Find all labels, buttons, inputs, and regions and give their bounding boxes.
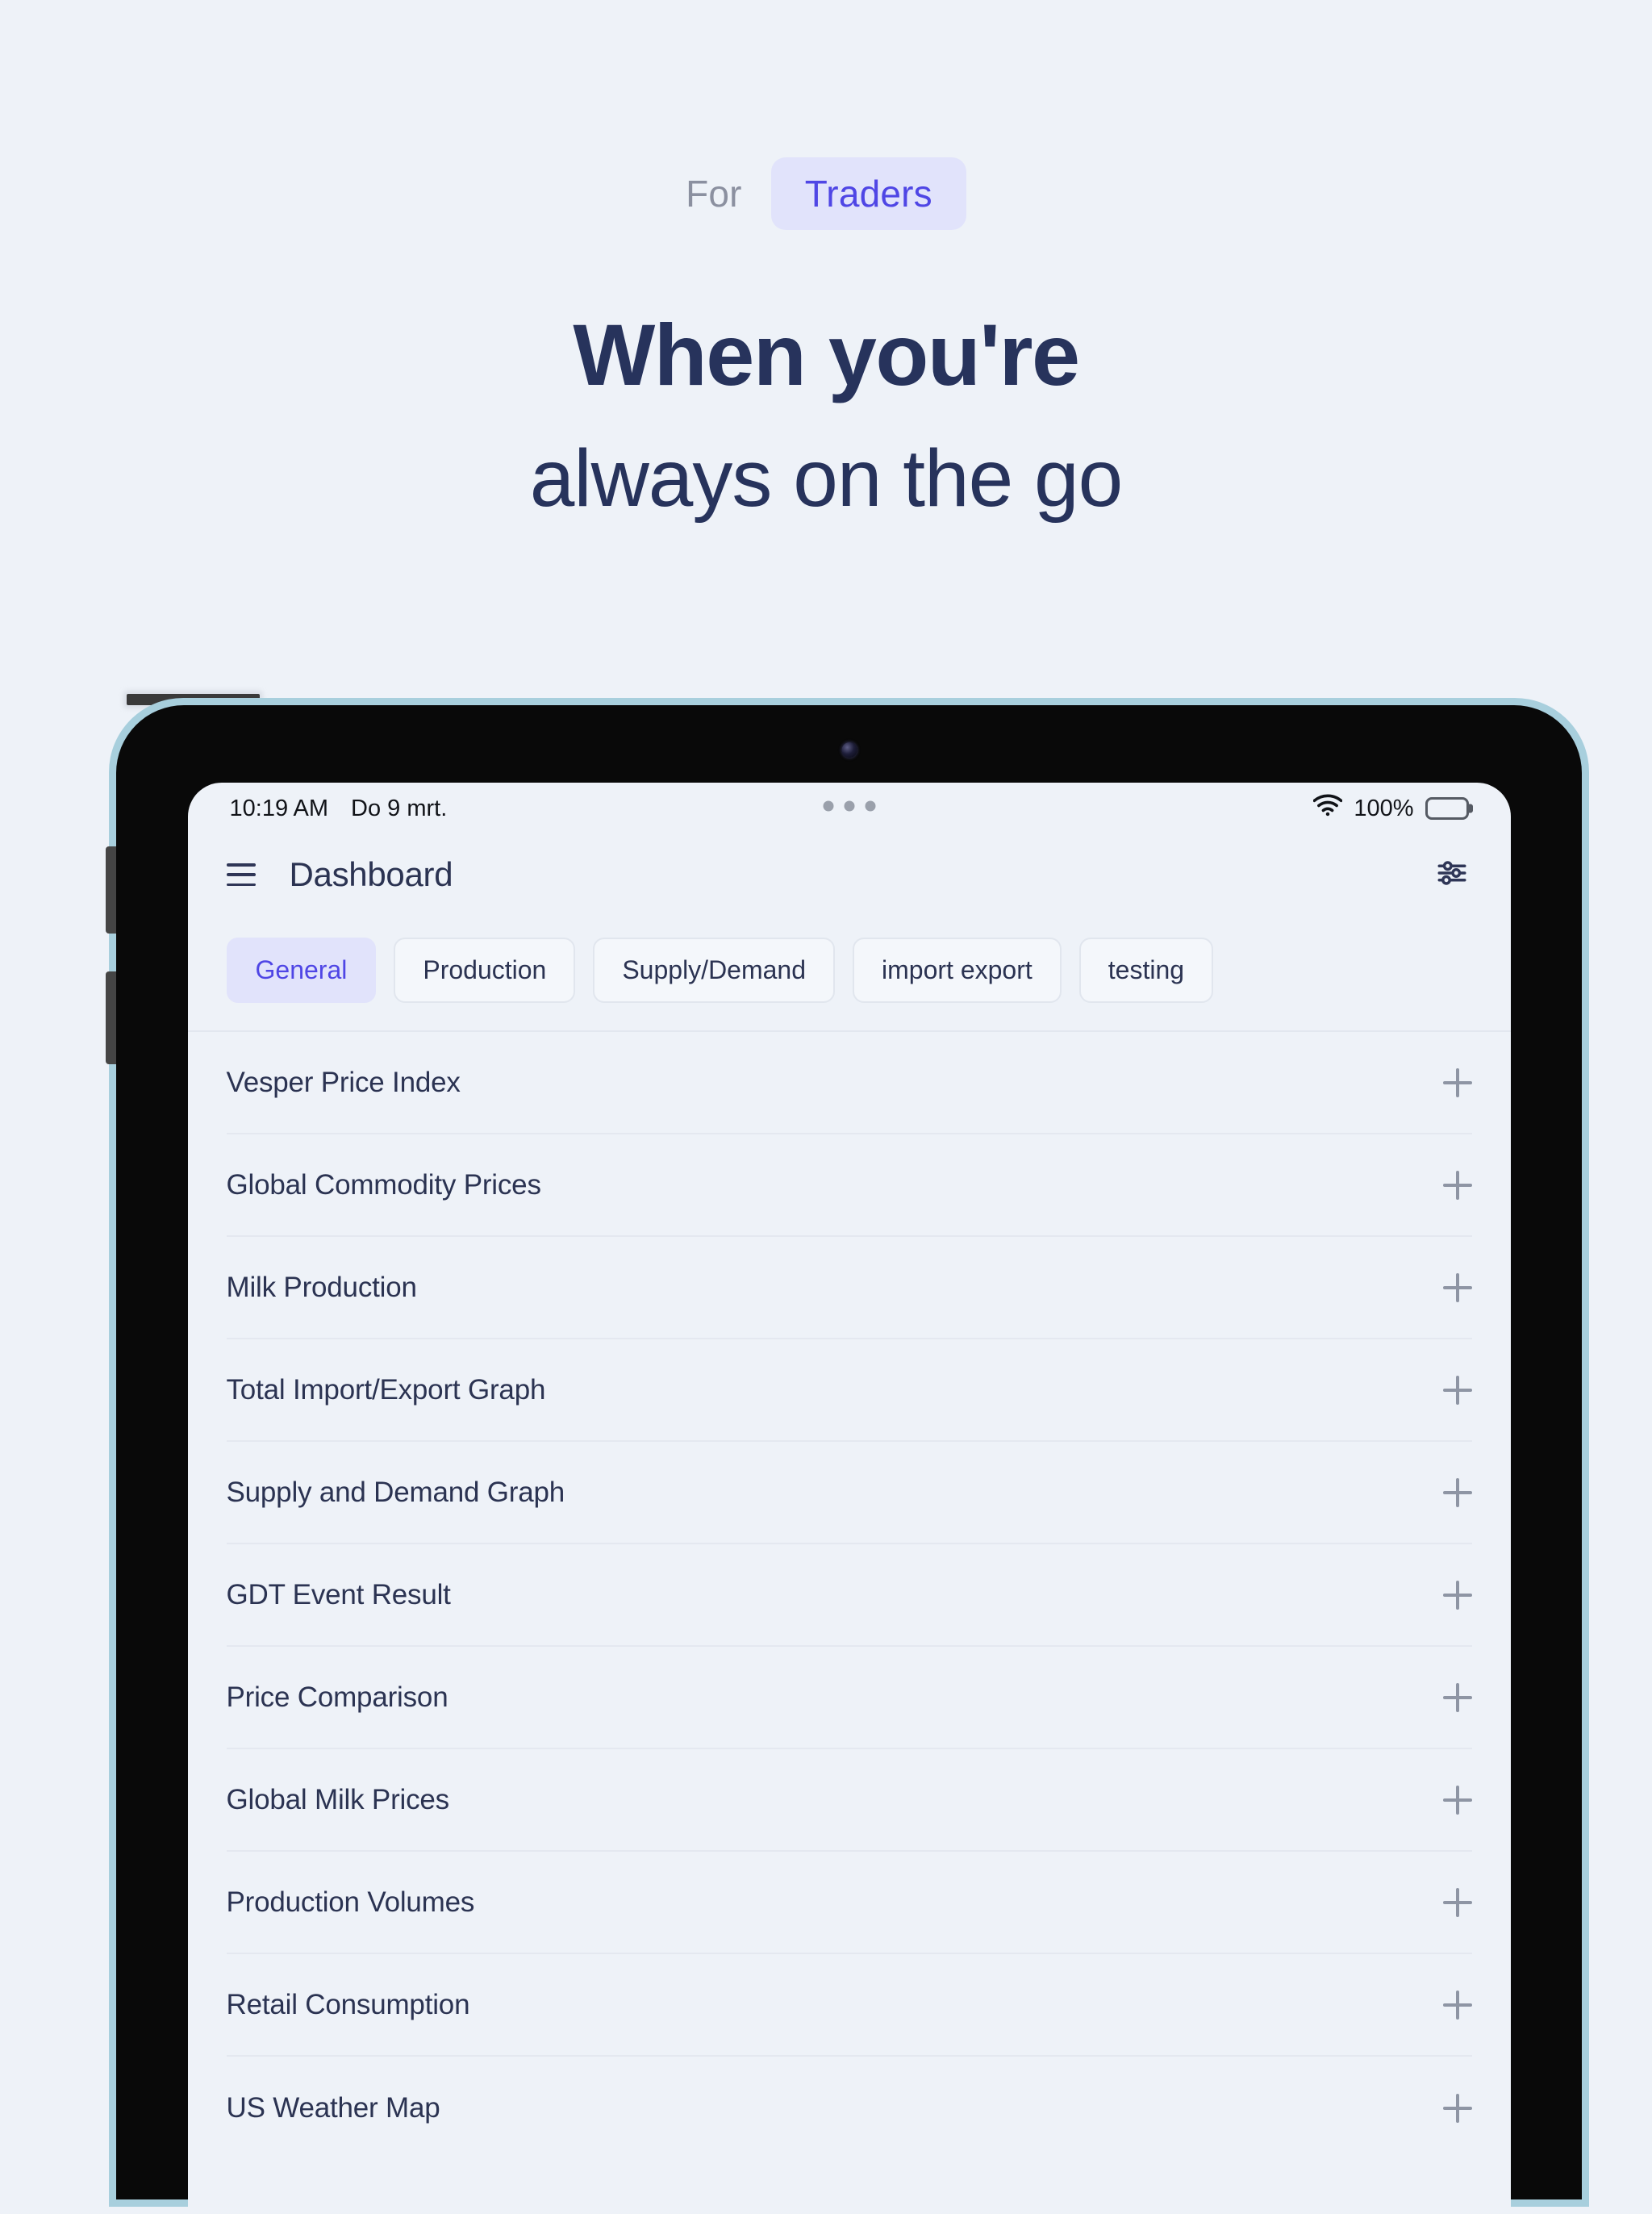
plus-icon[interactable]	[1443, 1376, 1472, 1405]
bar	[226, 883, 256, 886]
list-item[interactable]: Total Import/Export Graph	[226, 1339, 1472, 1442]
list-item[interactable]: GDT Event Result	[226, 1544, 1472, 1647]
plus-icon[interactable]	[1443, 1683, 1472, 1712]
plus-icon[interactable]	[1443, 1273, 1472, 1302]
three-dots-icon	[823, 800, 875, 812]
bar	[226, 863, 256, 867]
dot	[865, 800, 875, 812]
list-item-label: Supply and Demand Graph	[226, 1476, 565, 1508]
list-item[interactable]: Supply and Demand Graph	[226, 1442, 1472, 1544]
list-item-label: US Weather Map	[226, 2091, 440, 2124]
eyebrow-prefix: For	[686, 173, 742, 215]
dot	[844, 800, 854, 812]
tab-production[interactable]: Production	[394, 938, 576, 1003]
list-item-label: Milk Production	[226, 1271, 417, 1303]
status-time: 10:19 AM	[229, 795, 329, 821]
battery-percent-label: 100%	[1354, 795, 1414, 821]
status-bar: 10:19 AM Do 9 mrt. 100%	[188, 783, 1511, 829]
list-item[interactable]: Production Volumes	[226, 1852, 1472, 1954]
eyebrow: For Traders	[686, 157, 966, 230]
status-bar-right: 100%	[1313, 794, 1469, 823]
page-title: When you're always on the go	[530, 299, 1123, 531]
tab-general[interactable]: General	[226, 938, 377, 1003]
bar	[226, 873, 256, 876]
dot	[823, 800, 833, 812]
tune-sliders-icon[interactable]	[1435, 856, 1469, 894]
list-item[interactable]: Retail Consumption	[226, 1954, 1472, 2057]
list-item-label: Global Milk Prices	[226, 1783, 450, 1815]
status-bar-left: 10:19 AM Do 9 mrt.	[230, 796, 448, 822]
app-title: Dashboard	[289, 855, 453, 893]
headline-line-1: When you're	[573, 306, 1080, 403]
list-item[interactable]: Vesper Price Index	[226, 1032, 1472, 1134]
plus-icon[interactable]	[1443, 1786, 1472, 1815]
headline-line-2: always on the go	[529, 433, 1123, 524]
wifi-icon	[1313, 794, 1343, 823]
widget-list: Vesper Price Index Global Commodity Pric…	[188, 1032, 1511, 2159]
volume-up-button[interactable]	[106, 846, 116, 934]
device-frame: 10:19 AM Do 9 mrt. 100% Dashboard Genera…	[106, 705, 1582, 2214]
list-item[interactable]: Global Commodity Prices	[226, 1134, 1472, 1237]
plus-icon[interactable]	[1443, 2094, 1472, 2123]
device-screen: 10:19 AM Do 9 mrt. 100% Dashboard Genera…	[187, 783, 1511, 2214]
list-item[interactable]: Milk Production	[226, 1237, 1472, 1339]
list-item-label: Retail Consumption	[226, 1988, 470, 2020]
plus-icon[interactable]	[1443, 1478, 1472, 1507]
volume-down-button[interactable]	[106, 971, 116, 1064]
status-date: Do 9 mrt.	[351, 795, 448, 821]
device-bezel: 10:19 AM Do 9 mrt. 100% Dashboard Genera…	[106, 698, 1589, 2214]
tab-supply-demand[interactable]: Supply/Demand	[593, 938, 836, 1003]
list-item-label: Production Volumes	[226, 1886, 475, 1918]
plus-icon[interactable]	[1443, 1068, 1472, 1097]
list-item-label: Total Import/Export Graph	[226, 1373, 546, 1406]
list-item-label: Price Comparison	[226, 1681, 448, 1713]
app-header: Dashboard	[188, 829, 1511, 920]
eyebrow-tag-traders[interactable]: Traders	[770, 157, 966, 230]
list-item[interactable]: Price Comparison	[226, 1647, 1472, 1749]
front-camera-icon	[841, 742, 857, 758]
plus-icon[interactable]	[1443, 1171, 1472, 1200]
battery-full-icon	[1425, 797, 1469, 820]
tablet-device-mockup: 10:19 AM Do 9 mrt. 100% Dashboard Genera…	[106, 694, 1589, 2214]
plus-icon[interactable]	[1443, 1888, 1472, 1917]
list-item[interactable]: Global Milk Prices	[226, 1749, 1472, 1852]
tab-import-export[interactable]: import export	[853, 938, 1062, 1003]
category-tabs: General Production Supply/Demand import …	[187, 920, 1511, 1032]
hamburger-menu-icon[interactable]	[226, 863, 256, 886]
list-item[interactable]: US Weather Map	[227, 2057, 1472, 2159]
plus-icon[interactable]	[1443, 1991, 1472, 2020]
list-item-label: Global Commodity Prices	[226, 1168, 541, 1201]
list-item-label: GDT Event Result	[226, 1578, 451, 1610]
plus-icon[interactable]	[1443, 1581, 1472, 1610]
list-item-label: Vesper Price Index	[226, 1066, 461, 1098]
tab-testing[interactable]: testing	[1078, 938, 1214, 1003]
hero-section: For Traders When you're always on the go	[0, 0, 1652, 531]
